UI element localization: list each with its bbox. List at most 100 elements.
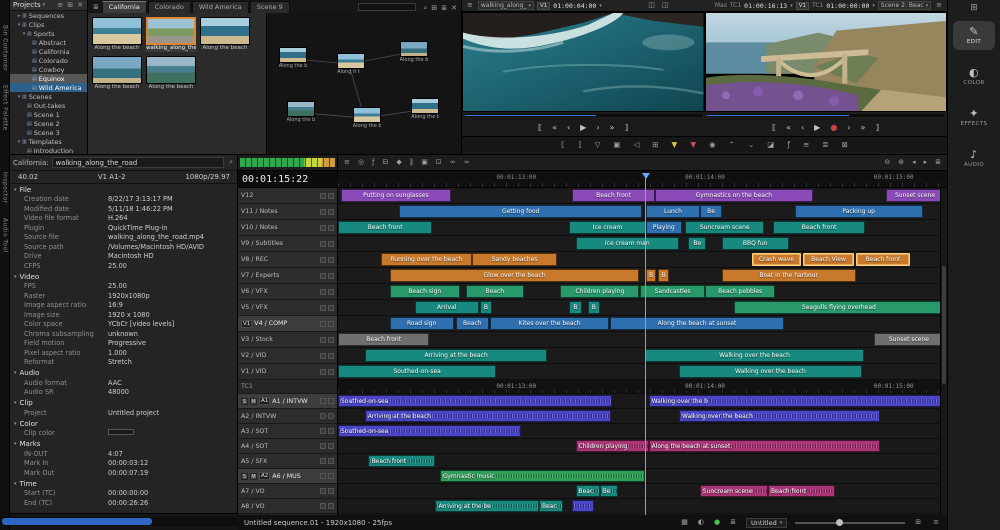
tree-item-scene-3[interactable]: ▤Scene 3 <box>10 128 88 137</box>
clip-walking-over-the-beach[interactable]: Walking over the beach <box>679 365 862 378</box>
clip-kites-over-the-beach[interactable]: Kites over the beach <box>490 317 609 330</box>
bin-clip-walking-along-the-road[interactable]: walking_along_the_road <box>146 17 196 52</box>
track-header-a5[interactable]: A5 / SFX <box>238 454 337 469</box>
clip-playing[interactable]: Playing <box>646 221 683 234</box>
track-monitor-button[interactable] <box>320 488 326 494</box>
track-monitor-button[interactable] <box>320 473 326 479</box>
track-lock-button[interactable] <box>328 413 334 419</box>
rail-tab-bin-container[interactable]: Bin Container <box>2 18 9 78</box>
snap-button[interactable]: ≈ <box>462 159 472 166</box>
clip-sandy-beaches[interactable]: Sandy beaches <box>472 253 557 266</box>
clip-boat-in-the-harbour[interactable]: Boat in the harbour <box>722 269 856 282</box>
clip-ice-cream[interactable]: Ice cream <box>569 221 645 234</box>
source-track-button[interactable]: V1 <box>537 2 550 10</box>
clip-along-the-beach-at-sunset[interactable]: Along the beach at sunset <box>610 317 784 330</box>
clip-arrival[interactable]: Arrival <box>415 301 479 314</box>
clip-lunch[interactable]: Lunch <box>646 205 701 218</box>
track-lock-button[interactable] <box>328 503 334 509</box>
timeline-vertical-scrollbar[interactable] <box>940 188 947 515</box>
source-tc-menu-icon[interactable]: ▾ <box>599 3 602 9</box>
timeline-menu-icon[interactable]: ≡ <box>931 519 941 526</box>
play-button[interactable]: ▶ <box>812 124 822 132</box>
clip-sunset-scene[interactable]: Sunset scene <box>886 189 944 202</box>
bin-tab-wild-america[interactable]: Wild America <box>192 1 249 13</box>
track-header-v6[interactable]: V6 / VFX <box>238 284 337 300</box>
track-lock-button[interactable] <box>328 225 334 231</box>
record-monitor[interactable] <box>705 12 948 112</box>
section-audio[interactable]: ▾Audio <box>10 368 238 379</box>
track-header-v3[interactable]: V3 / Stock <box>238 332 337 348</box>
tree-item-abstract[interactable]: ▤Abstract <box>10 38 88 47</box>
clip-beach-sign[interactable]: Beach sign <box>390 285 460 298</box>
splice-in-button[interactable]: ▼ <box>670 141 680 149</box>
section-time[interactable]: ▾Time <box>10 478 238 489</box>
timeline-preset-menu[interactable]: Untitled ▾ <box>746 518 787 528</box>
track-lock-button[interactable] <box>328 305 334 311</box>
rewind-button[interactable]: « <box>550 124 559 132</box>
clip-beach-front[interactable]: Beach front <box>768 485 835 497</box>
frame-view-icon[interactable]: ⊞ <box>429 5 439 12</box>
track-lock-button[interactable] <box>328 353 334 359</box>
track-header-a4[interactable]: A4 / SOT <box>238 439 337 454</box>
section-color[interactable]: ▾Color <box>10 418 238 429</box>
track-lock-button[interactable] <box>328 209 334 215</box>
clip-suncream-scene[interactable]: Suncream scene <box>700 485 768 497</box>
bin-map-clip-along-the-beach[interactable]: Along the beach <box>411 98 439 120</box>
track-monitor-button[interactable] <box>320 193 326 199</box>
match-frame-button[interactable]: ▣ <box>419 159 430 166</box>
mark-out-button[interactable]: ⟧ <box>873 124 881 132</box>
bin-clip-along-the-beach[interactable]: Along the beach <box>92 17 142 52</box>
track-lock-button[interactable] <box>328 458 334 464</box>
tree-item-equinox[interactable]: ▤Equinox <box>10 74 88 83</box>
projects-menu-icon[interactable]: ≡ <box>55 2 65 9</box>
focus-button[interactable]: ◎ <box>356 159 366 166</box>
clip-southed-on-sea[interactable]: Southed-on-sea <box>338 425 521 437</box>
track-lock-button[interactable] <box>328 428 334 434</box>
mark-out-button[interactable]: ⟧ <box>622 124 630 132</box>
composer-settings-icon[interactable]: ≡ <box>934 2 944 9</box>
tree-item-sports[interactable]: ▾▥Sports <box>10 29 88 38</box>
mark-in-button[interactable]: ⟦ <box>559 141 567 149</box>
workspace-color[interactable]: ◐COLOR <box>953 62 995 91</box>
track-header-v10[interactable]: V10 / Notes <box>238 220 337 236</box>
bin-map-clip-along-the-beach[interactable]: Along the beach <box>353 107 381 129</box>
clip-children-playing[interactable]: Children playing <box>576 440 649 452</box>
render-button[interactable]: ≡ <box>801 141 811 149</box>
source-clip-menu[interactable]: walking_along_ ▾ <box>478 1 534 10</box>
track-monitor-button[interactable] <box>320 209 326 215</box>
track-lock-button[interactable] <box>328 289 334 295</box>
timeline-zoom-slider[interactable] <box>795 518 905 528</box>
clip-name-input[interactable] <box>52 157 224 168</box>
clip-walking-over-the-b[interactable]: Walking over the b <box>649 395 947 407</box>
tree-item-out-takes[interactable]: ▤Out-takes <box>10 101 88 110</box>
composer-menu-icon[interactable]: ≡ <box>465 2 475 9</box>
clip-beac[interactable]: Beac <box>539 500 563 512</box>
clip-walking-over-the-beach[interactable]: Walking over the beach <box>645 349 864 362</box>
track-monitor-button[interactable] <box>320 503 326 509</box>
bin-tab-california[interactable]: California <box>102 1 147 13</box>
chevron-down-icon[interactable]: ▾ <box>43 2 46 8</box>
gang-button[interactable]: ⊞ <box>650 141 660 149</box>
track-lock-button[interactable] <box>328 257 334 263</box>
track-header-v5[interactable]: V5 / VFX <box>238 300 337 316</box>
mark-in-button[interactable]: ⟦ <box>770 124 778 132</box>
match-frame-button[interactable]: ▣ <box>611 141 622 149</box>
effect-mode-button[interactable]: ƒ <box>785 141 792 149</box>
clip-children-playing[interactable]: Children playing <box>560 285 639 298</box>
track-lock-button[interactable] <box>328 473 334 479</box>
tree-item-scene-2[interactable]: ▤Scene 2 <box>10 119 88 128</box>
track-monitor-button[interactable] <box>320 413 326 419</box>
zoom-out-button[interactable]: ⊖ <box>882 159 892 166</box>
mute-button[interactable]: M <box>250 398 257 405</box>
track-monitor-button[interactable] <box>320 257 326 263</box>
audio-meter-menu[interactable]: ≣ <box>728 519 738 526</box>
track-monitor-button[interactable] <box>320 225 326 231</box>
statusbar-zoom-handle[interactable] <box>836 519 843 526</box>
mute-button[interactable]: M <box>250 473 257 480</box>
track-monitor-button[interactable] <box>320 321 326 327</box>
clip-beach-front[interactable]: Beach front <box>773 221 864 234</box>
clip-beach-front[interactable]: Beach front <box>856 253 911 266</box>
timeline-playhead[interactable] <box>645 173 646 515</box>
clip-be[interactable]: Be <box>700 205 721 218</box>
effect-mode-button[interactable]: ƒ <box>370 159 376 166</box>
